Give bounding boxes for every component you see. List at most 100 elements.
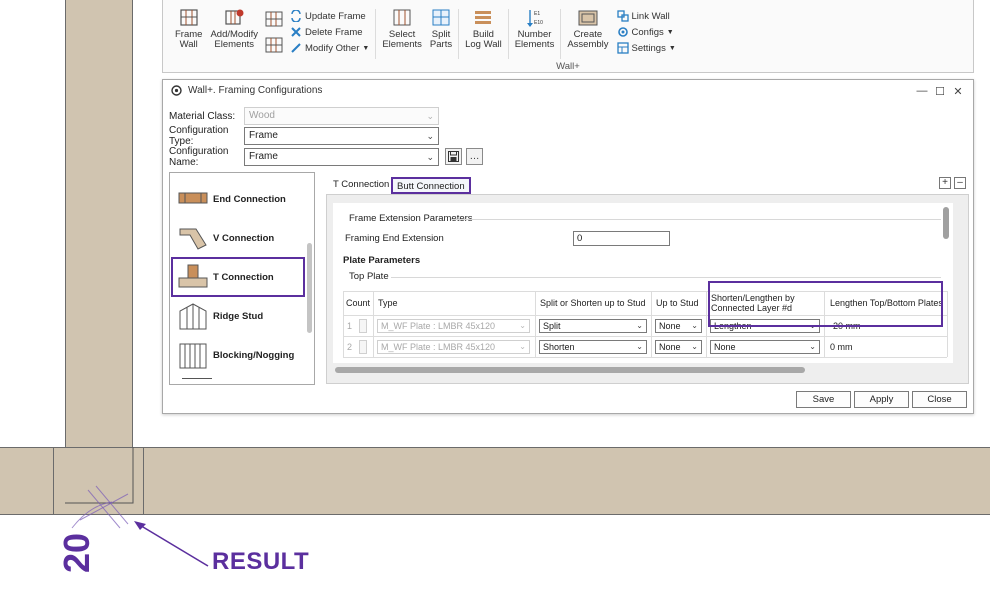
material-class-select[interactable]: Wood ⌄ — [244, 107, 439, 125]
chevron-down-icon: ▼ — [362, 44, 370, 52]
more-options-button[interactable]: … — [466, 148, 483, 165]
add-row-button[interactable]: + — [939, 177, 951, 189]
settings-button[interactable]: Settings ▼ — [616, 40, 676, 56]
framing-end-extension-input[interactable]: 0 — [573, 231, 670, 246]
frame-wall-button[interactable]: Frame Wall — [171, 8, 206, 60]
connection-type-list: End Connection V Connection T Connection… — [169, 172, 315, 385]
framing-configurations-dialog: Wall+. Framing Configurations — ☐ ✕ Mate… — [162, 79, 974, 414]
update-frame-button[interactable]: Update Frame — [290, 8, 369, 24]
floppy-disk-icon — [448, 151, 459, 162]
row-2-count-stepper[interactable] — [359, 340, 367, 354]
chevron-down-icon: ⌄ — [519, 342, 526, 351]
chevron-down-icon: ▼ — [668, 44, 676, 52]
minimize-button[interactable]: — — [913, 83, 931, 99]
plate-parameters-title: Plate Parameters — [343, 255, 421, 266]
blocking-nogging-icon — [179, 343, 207, 369]
list-item-blocking-nogging[interactable]: Blocking/Nogging — [178, 337, 306, 373]
row-2-type-select[interactable]: M_WF Plate : LMBR 45x120 ⌄ — [377, 340, 530, 354]
ribbon-separator — [375, 9, 377, 59]
t-connection-icon — [178, 264, 208, 288]
frame-actions-column: Update Frame Delete Frame Modify Other ▼ — [286, 8, 373, 60]
settings-icon — [616, 42, 629, 54]
list-item-end-connection[interactable]: End Connection — [178, 181, 306, 217]
delete-frame-button[interactable]: Delete Frame — [290, 24, 369, 40]
configs-button[interactable]: Configs ▼ — [617, 24, 676, 40]
select-elements-button[interactable]: Select Elements — [378, 8, 426, 60]
row-1-type-select[interactable]: M_WF Plate : LMBR 45x120 ⌄ — [377, 319, 530, 333]
chevron-down-icon: ⌄ — [809, 342, 816, 351]
list-item-ridge-stud[interactable]: Ridge Stud — [178, 298, 306, 334]
row-2-split-select[interactable]: Shorten ⌄ — [539, 340, 647, 354]
row-1-lengthen-value[interactable]: -20 mm — [830, 319, 861, 333]
number-elements-button[interactable]: E1 E10 Number Elements — [511, 8, 559, 60]
col-header-up-to-stud: Up to Stud — [656, 298, 699, 308]
configuration-name-row: Configuration Name: — [169, 146, 229, 168]
tab-butt-connection[interactable]: Butt Connection — [391, 177, 471, 194]
chevron-down-icon: ⌄ — [519, 321, 526, 330]
material-class-row: Material Class: — [169, 110, 236, 122]
section-divider — [391, 277, 941, 278]
save-config-button[interactable] — [445, 148, 462, 165]
delete-frame-icon — [291, 27, 301, 37]
configs-icon — [617, 27, 628, 37]
ridge-stud-icon — [179, 303, 207, 330]
configuration-type-row: Configuration Type: — [169, 125, 229, 147]
content-vertical-scrollbar[interactable] — [943, 207, 949, 239]
tab-content-panel: Frame Extension Parameters Framing End E… — [326, 194, 969, 384]
frame-grid-icon — [265, 37, 283, 53]
ribbon: Frame Wall Add/Modify Elements Update Fr… — [162, 0, 974, 73]
list-item-v-connection[interactable]: V Connection — [178, 220, 306, 256]
row-1-count-stepper[interactable] — [359, 319, 367, 333]
top-plate-title: Top Plate — [349, 271, 389, 282]
ribbon-separator — [560, 9, 562, 59]
configuration-type-select[interactable]: Frame ⌄ — [244, 127, 439, 145]
app-icon — [171, 85, 182, 96]
revit-view: 20 RESULT Frame Wall Add/Modify Elements — [0, 0, 990, 613]
col-header-lengthen-plates: Lengthen Top/Bottom Plates — [830, 298, 943, 308]
modify-other-button[interactable]: Modify Other ▼ — [290, 40, 369, 56]
minus-icon: – — [957, 177, 963, 188]
number-elements-icon: E1 E10 — [526, 10, 543, 27]
col-header-shorten-lengthen: Shorten/Lengthen by Connected Layer #d — [711, 293, 795, 313]
row-1-split-select[interactable]: Split ⌄ — [539, 319, 647, 333]
dimension-label: 20 — [56, 532, 97, 574]
chevron-down-icon: ⌄ — [426, 152, 434, 162]
ribbon-separator — [507, 9, 509, 59]
remove-row-button[interactable]: – — [954, 177, 966, 189]
create-assembly-button[interactable]: Create Assembly — [563, 8, 612, 60]
frame-grid-icon — [265, 11, 283, 27]
split-parts-button[interactable]: Split Parts — [426, 8, 456, 60]
add-modify-elements-button[interactable]: Add/Modify Elements — [206, 8, 262, 60]
content-horizontal-scrollbar[interactable] — [335, 367, 805, 373]
chevron-down-icon: ⌄ — [426, 131, 434, 141]
result-label: RESULT — [212, 548, 310, 575]
svg-text:E1: E1 — [534, 11, 540, 17]
link-wall-button[interactable]: Link Wall — [616, 8, 676, 24]
close-window-button[interactable]: ✕ — [949, 83, 967, 99]
svg-text:E10: E10 — [534, 20, 543, 26]
update-frame-icon — [291, 10, 301, 22]
row-1-upto-select[interactable]: None ⌄ — [655, 319, 702, 333]
apply-button[interactable]: Apply — [854, 391, 909, 408]
maximize-button[interactable]: ☐ — [931, 83, 949, 99]
row-1-shorten-select[interactable]: Lengthen ⌄ — [710, 319, 820, 333]
save-button[interactable]: Save — [796, 391, 851, 408]
row-2-shorten-select[interactable]: None ⌄ — [710, 340, 820, 354]
row-2-lengthen-value[interactable]: 0 mm — [830, 340, 853, 354]
build-log-wall-button[interactable]: Build Log Wall — [461, 8, 506, 60]
add-modify-elements-icon — [225, 9, 244, 25]
dialog-titlebar: Wall+. Framing Configurations — [163, 80, 973, 101]
chevron-down-icon: ⌄ — [809, 321, 816, 330]
list-scrollbar[interactable] — [307, 243, 312, 333]
list-item-t-connection[interactable]: T Connection — [171, 257, 305, 297]
tab-t-connection[interactable]: T Connection — [329, 177, 393, 194]
col-header-count: Count — [346, 298, 371, 308]
parameters-area: Frame Extension Parameters Framing End E… — [333, 203, 953, 363]
close-button[interactable]: Close — [912, 391, 967, 408]
row-2-upto-select[interactable]: None ⌄ — [655, 340, 702, 354]
chevron-down-icon: ▼ — [666, 28, 674, 36]
dialog-title: Wall+. Framing Configurations — [188, 85, 323, 96]
frame-wall-icon — [180, 9, 198, 26]
configuration-name-select[interactable]: Frame ⌄ — [244, 148, 439, 166]
modify-other-icon — [291, 43, 301, 53]
